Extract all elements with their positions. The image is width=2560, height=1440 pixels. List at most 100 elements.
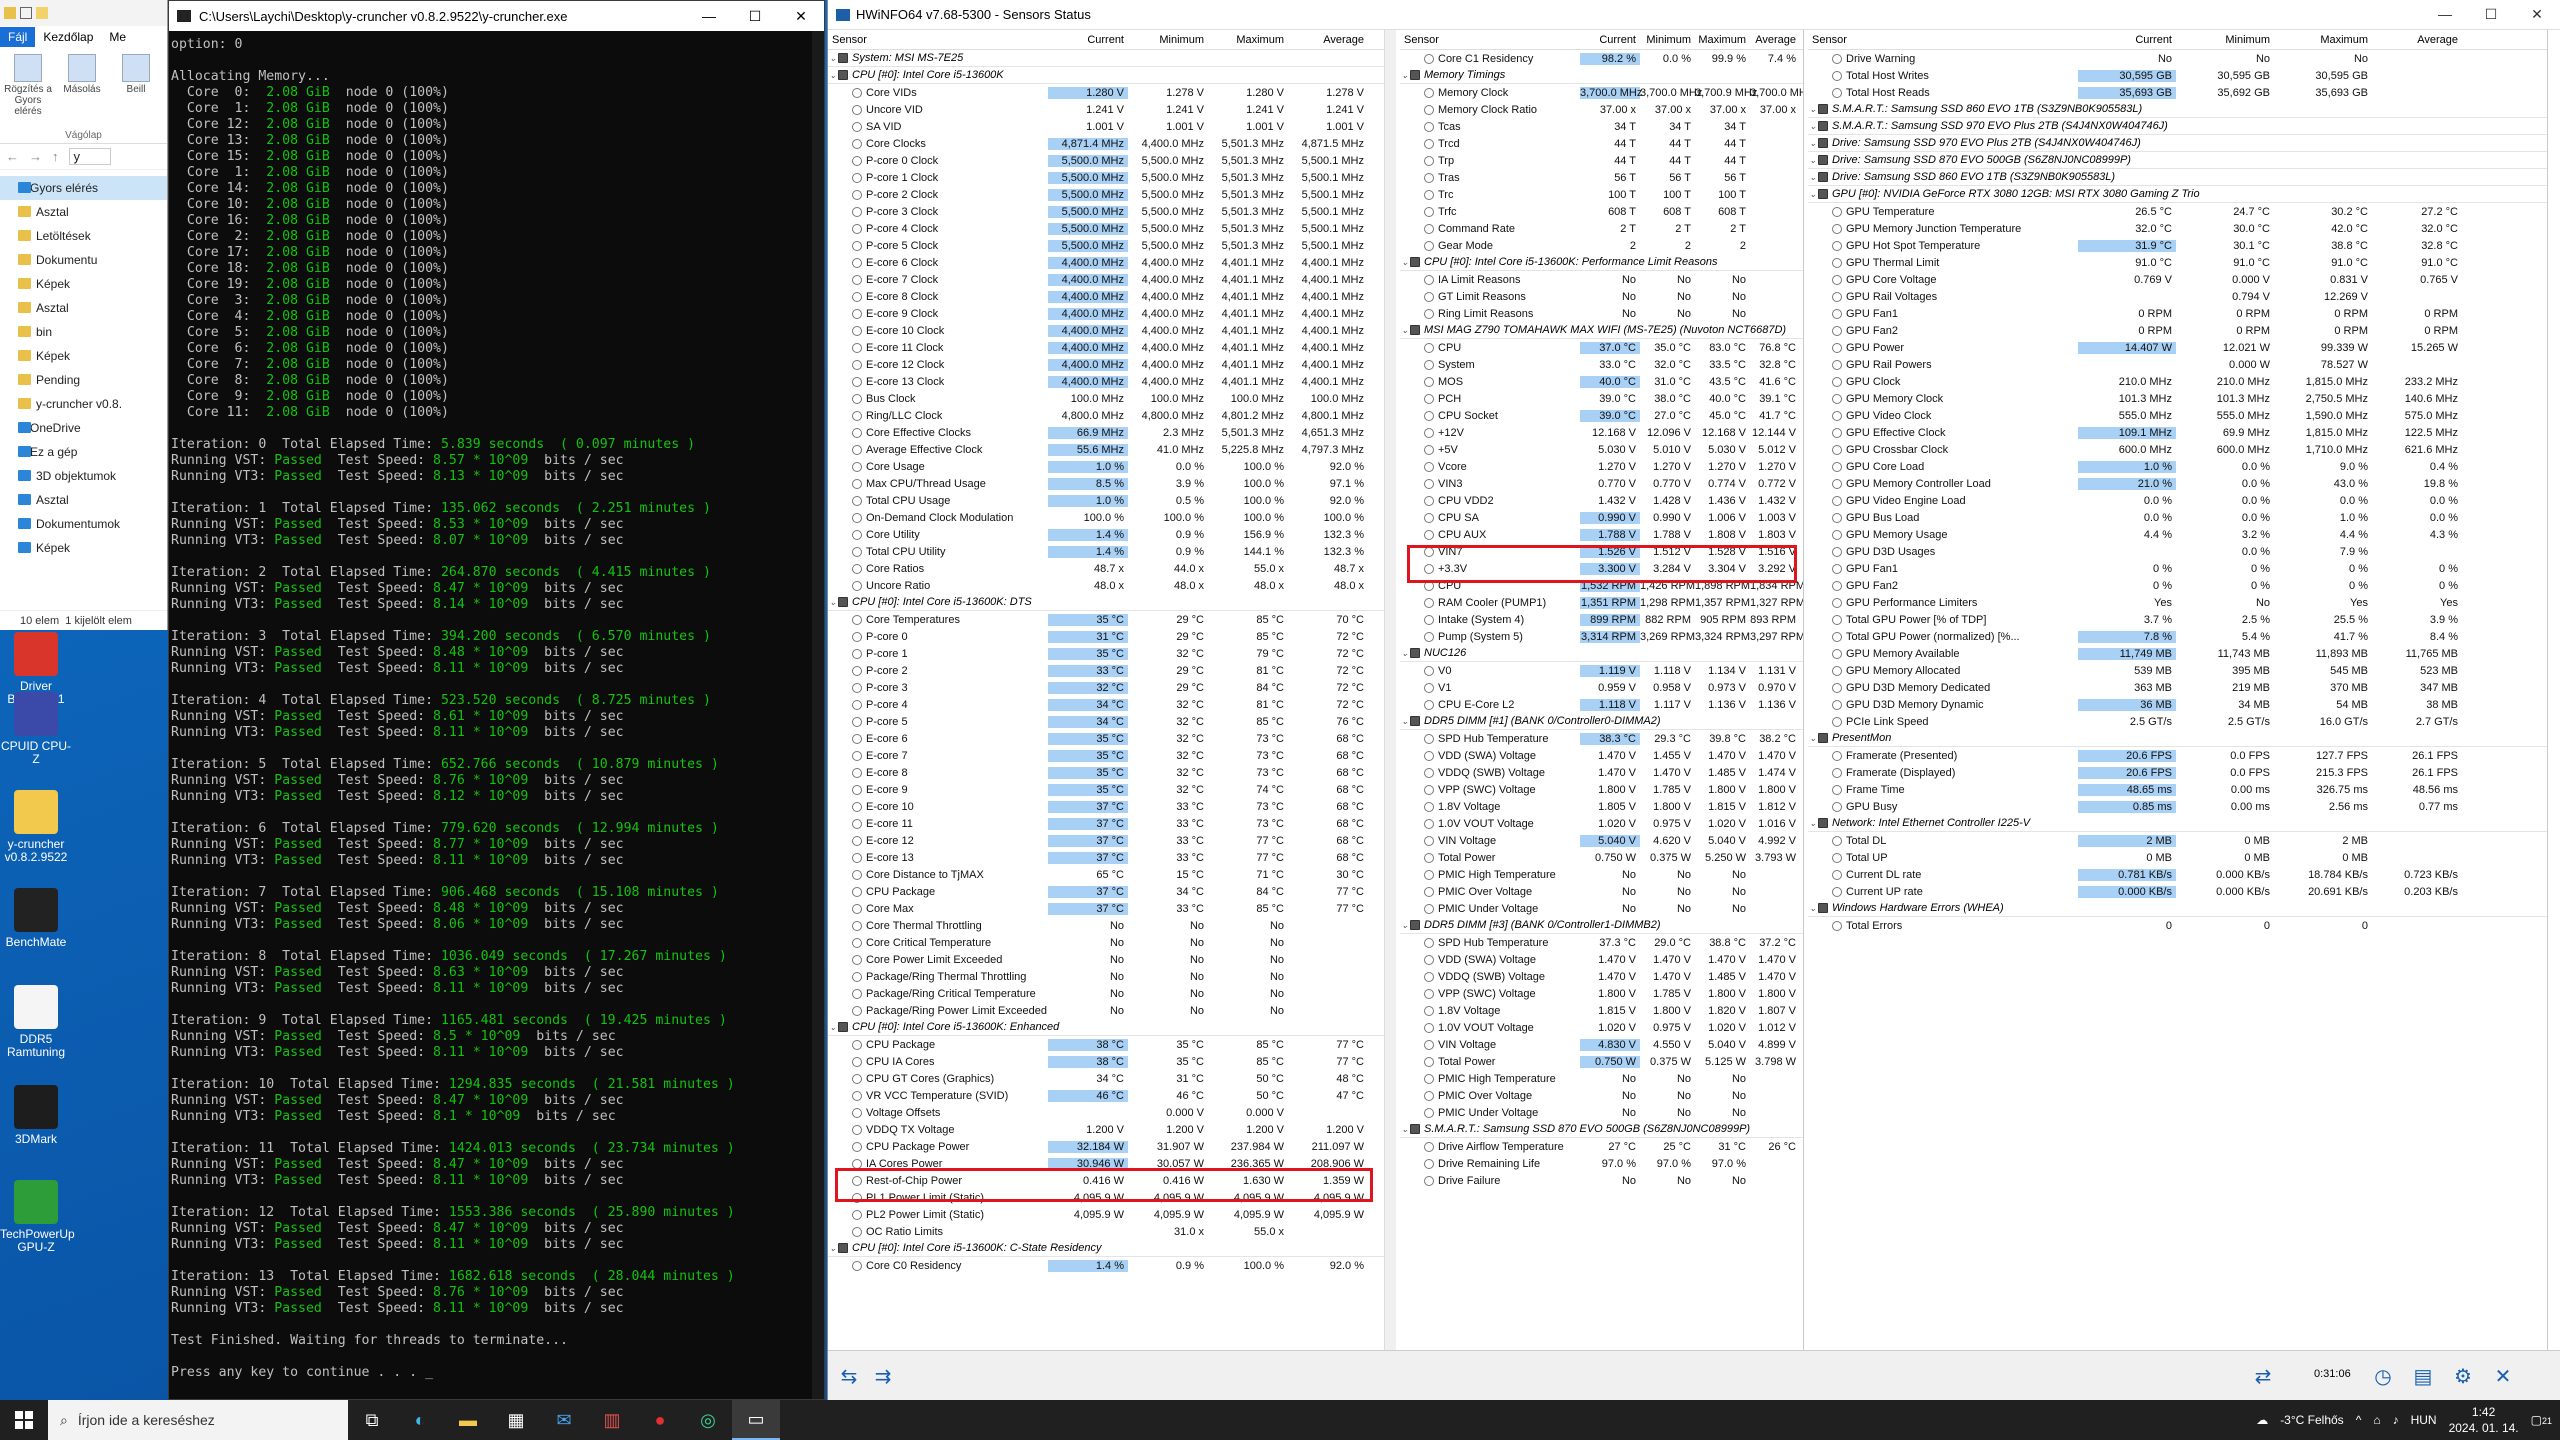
sensor-row[interactable]: E-core 6 35 °C 32 °C 73 °C 68 °C (828, 730, 1395, 747)
sensor-row[interactable]: Uncore VID 1.241 V 1.241 V 1.241 V 1.241 V (828, 101, 1395, 118)
sensor-row[interactable]: Command Rate 2 T 2 T 2 T (1400, 220, 1803, 237)
column-header[interactable]: Sensor (828, 34, 1048, 46)
edge-icon[interactable]: ◐ (396, 1400, 444, 1440)
sensor-row[interactable]: Trcd 44 T 44 T 44 T (1400, 135, 1803, 152)
sensor-row[interactable]: Trc 100 T 100 T 100 T (1400, 186, 1803, 203)
sensor-row[interactable]: Package/Ring Thermal Throttling No No No (828, 968, 1395, 985)
sensor-row[interactable]: Frame Time 48.65 ms 0.00 ms 326.75 ms 48.56 … (1808, 781, 2547, 798)
sensor-row[interactable]: Framerate (Displayed) 20.6 FPS 0.0 FPS 215.… (1808, 764, 2547, 781)
sensor-row[interactable]: GPU Memory Junction Temperature 32.0 °C 30… (1808, 220, 2547, 237)
app-red-icon[interactable]: ● (636, 1400, 684, 1440)
sensor-row[interactable]: PMIC Under Voltage No No No (1400, 1104, 1803, 1121)
sensor-row[interactable]: VDD (SWA) Voltage 1.470 V 1.455 V 1.470 V 1.… (1400, 747, 1803, 764)
sensor-row[interactable]: VPP (SWC) Voltage 1.800 V 1.785 V 1.800 V 1.… (1400, 985, 1803, 1002)
expand-icon[interactable]: ⌄ (828, 1022, 838, 1033)
sensor-group[interactable]: ⌄ System: MSI MS-7E25 (828, 50, 1395, 67)
sensor-row[interactable]: E-core 7 35 °C 32 °C 73 °C 68 °C (828, 747, 1395, 764)
column-header[interactable]: Minimum (1640, 34, 1695, 46)
sensor-group[interactable]: ⌄ PresentMon (1808, 730, 2547, 747)
column-header[interactable]: Average (2372, 34, 2462, 46)
sensor-row[interactable]: V1 0.959 V 0.958 V 0.973 V 0.970 V (1400, 679, 1803, 696)
sensor-row[interactable]: E-core 8 Clock 4,400.0 MHz 4,400.0 MHz 4,40… (828, 288, 1395, 305)
desktop-icon[interactable]: BenchMate (0, 888, 72, 949)
pin-quick-access-button[interactable]: Rögzítés a Gyors elérés (4, 52, 52, 139)
sensor-row[interactable]: CPU GT Cores (Graphics) 34 °C 31 °C 50 °C 48… (828, 1070, 1395, 1087)
sensor-row[interactable]: GPU Rail Powers 0.000 W 78.527 W (1808, 356, 2547, 373)
save-icon[interactable] (4, 7, 16, 19)
sensor-row[interactable]: GPU Memory Available 11,749 MB 11,743 MB 11… (1808, 645, 2547, 662)
sensor-row[interactable]: VIN Voltage 4.830 V 4.550 V 5.040 V 4.899 V (1400, 1036, 1803, 1053)
sensor-row[interactable]: E-core 13 37 °C 33 °C 77 °C 68 °C (828, 849, 1395, 866)
network-tray-icon[interactable]: ⌂ (2373, 1413, 2380, 1427)
sensor-row[interactable]: Tcas 34 T 34 T 34 T (1400, 118, 1803, 135)
properties-icon[interactable] (20, 7, 32, 19)
onedrive-item[interactable]: OneDrive (0, 416, 167, 440)
sensor-row[interactable]: GPU Video Engine Load 0.0 % 0.0 % 0.0 % 0.0 … (1808, 492, 2547, 509)
sensor-row[interactable]: Total GPU Power [% of TDP] 3.7 % 2.5 % 25.5… (1808, 611, 2547, 628)
sensor-group[interactable]: ⌄ Network: Intel Ethernet Controller I225… (1808, 815, 2547, 832)
sensor-row[interactable]: Core Usage 1.0 % 0.0 % 100.0 % 92.0 % (828, 458, 1395, 475)
sensor-row[interactable]: E-core 8 35 °C 32 °C 73 °C 68 °C (828, 764, 1395, 781)
sensor-row[interactable]: Core Utility 1.4 % 0.9 % 156.9 % 132.3 % (828, 526, 1395, 543)
expand-icon[interactable]: ⌄ (1808, 189, 1818, 200)
sensor-column-2[interactable]: Sensor Current Minimum Maximum Average Core C… (1400, 30, 1804, 1350)
sensor-row[interactable]: CPU 37.0 °C 35.0 °C 83.0 °C 76.8 °C (1400, 339, 1803, 356)
nav-item[interactable]: Képek (0, 272, 167, 296)
sensor-row[interactable]: VDD (SWA) Voltage 1.470 V 1.470 V 1.470 V 1.… (1400, 951, 1803, 968)
nav-item[interactable]: bin (0, 320, 167, 344)
minimize-button[interactable]: — (686, 8, 732, 25)
close-button[interactable]: ✕ (2514, 6, 2560, 23)
nav-item[interactable]: Letöltések (0, 224, 167, 248)
nav-item[interactable]: y-cruncher v0.8. (0, 392, 167, 416)
tray-chevron-icon[interactable]: ^ (2356, 1413, 2362, 1427)
tab-share[interactable]: Me (101, 27, 134, 47)
sensor-row[interactable]: CPU AUX 1.788 V 1.788 V 1.808 V 1.803 V (1400, 526, 1803, 543)
sensor-row[interactable]: Package/Ring Critical Temperature No No No (828, 985, 1395, 1002)
sensor-row[interactable]: Total UP 0 MB 0 MB 0 MB (1808, 849, 2547, 866)
sensor-row[interactable]: CPU VDD2 1.432 V 1.428 V 1.436 V 1.432 V (1400, 492, 1803, 509)
sensor-row[interactable]: GPU Memory Allocated 539 MB 395 MB 545 MB 52… (1808, 662, 2547, 679)
nav-item[interactable]: Pending (0, 368, 167, 392)
expand-icon[interactable]: ⌄ (828, 70, 838, 81)
column-header[interactable]: Sensor (1808, 34, 2078, 46)
sensor-row[interactable]: P-core 4 Clock 5,500.0 MHz 5,500.0 MHz 5,50… (828, 220, 1395, 237)
expand-icon[interactable]: ⌄ (1400, 716, 1410, 727)
sensor-group[interactable]: ⌄ DDR5 DIMM [#1] (BANK 0/Controller0-DIMM… (1400, 713, 1803, 730)
expand-icon[interactable]: ⌄ (1808, 172, 1818, 183)
sensor-row[interactable]: P-core 2 33 °C 29 °C 81 °C 72 °C (828, 662, 1395, 679)
sensor-row[interactable]: GPU Bus Load 0.0 % 0.0 % 1.0 % 0.0 % (1808, 509, 2547, 526)
sensor-row[interactable]: Intake (System 4) 899 RPM 882 RPM 905 RPM 89… (1400, 611, 1803, 628)
sensor-group[interactable]: ⌄ CPU [#0]: Intel Core i5-13600K: Perform… (1400, 254, 1803, 271)
sensor-row[interactable]: Tras 56 T 56 T 56 T (1400, 169, 1803, 186)
sensor-row[interactable]: P-core 5 Clock 5,500.0 MHz 5,500.0 MHz 5,50… (828, 237, 1395, 254)
sensor-row[interactable]: Core Thermal Throttling No No No (828, 917, 1395, 934)
sensor-row[interactable]: P-core 3 Clock 5,500.0 MHz 5,500.0 MHz 5,50… (828, 203, 1395, 220)
sensor-group[interactable]: ⌄ CPU [#0]: Intel Core i5-13600K: Enhance… (828, 1019, 1395, 1036)
sensor-row[interactable]: GPU Rail Voltages 0.794 V 12.269 V (1808, 288, 2547, 305)
sensor-row[interactable]: On-Demand Clock Modulation 100.0 % 100.0 %… (828, 509, 1395, 526)
column-header[interactable]: Sensor (1400, 34, 1580, 46)
sensor-row[interactable]: Pump (System 5) 3,314 RPM 3,269 RPM 3,324 R… (1400, 628, 1803, 645)
sensor-group[interactable]: ⌄ Drive: Samsung SSD 870 EVO 500GB (S6Z8N… (1808, 152, 2547, 169)
sensor-row[interactable]: Drive Airflow Temperature 27 °C 25 °C 31 °C… (1400, 1138, 1803, 1155)
sensor-row[interactable]: Core Temperatures 35 °C 29 °C 85 °C 70 °C (828, 611, 1395, 628)
sensor-row[interactable]: E-core 12 Clock 4,400.0 MHz 4,400.0 MHz 4,4… (828, 356, 1395, 373)
sensor-row[interactable]: PMIC Under Voltage No No No (1400, 900, 1803, 917)
nav-item[interactable]: Képek (0, 344, 167, 368)
expand-icon[interactable]: ⌄ (1400, 1124, 1410, 1135)
sensor-row[interactable]: E-core 10 Clock 4,400.0 MHz 4,400.0 MHz 4,4… (828, 322, 1395, 339)
sensor-row[interactable]: Total Errors 0 0 0 (1808, 917, 2547, 934)
address-bar[interactable]: y (68, 148, 111, 165)
sensor-row[interactable]: GPU Fan1 0 RPM 0 RPM 0 RPM 0 RPM (1808, 305, 2547, 322)
expand-icon[interactable]: ⌄ (1400, 648, 1410, 659)
sensor-row[interactable]: PMIC Over Voltage No No No (1400, 1087, 1803, 1104)
sensor-row[interactable]: PMIC High Temperature No No No (1400, 1070, 1803, 1087)
sensor-row[interactable]: GPU Fan1 0 % 0 % 0 % 0 % (1808, 560, 2547, 577)
sensor-row[interactable]: CPU IA Cores 38 °C 35 °C 85 °C 77 °C (828, 1053, 1395, 1070)
sensor-row[interactable]: Trp 44 T 44 T 44 T (1400, 152, 1803, 169)
desktop-icon[interactable]: 3DMark (0, 1085, 72, 1146)
sensor-row[interactable]: Core Clocks 4,871.4 MHz 4,400.0 MHz 5,501.3… (828, 135, 1395, 152)
sensor-row[interactable]: GPU Clock 210.0 MHz 210.0 MHz 1,815.0 MHz 23… (1808, 373, 2547, 390)
sensor-row[interactable]: GPU D3D Usages 0.0 % 7.9 % (1808, 543, 2547, 560)
sensor-row[interactable]: P-core 3 32 °C 29 °C 84 °C 72 °C (828, 679, 1395, 696)
